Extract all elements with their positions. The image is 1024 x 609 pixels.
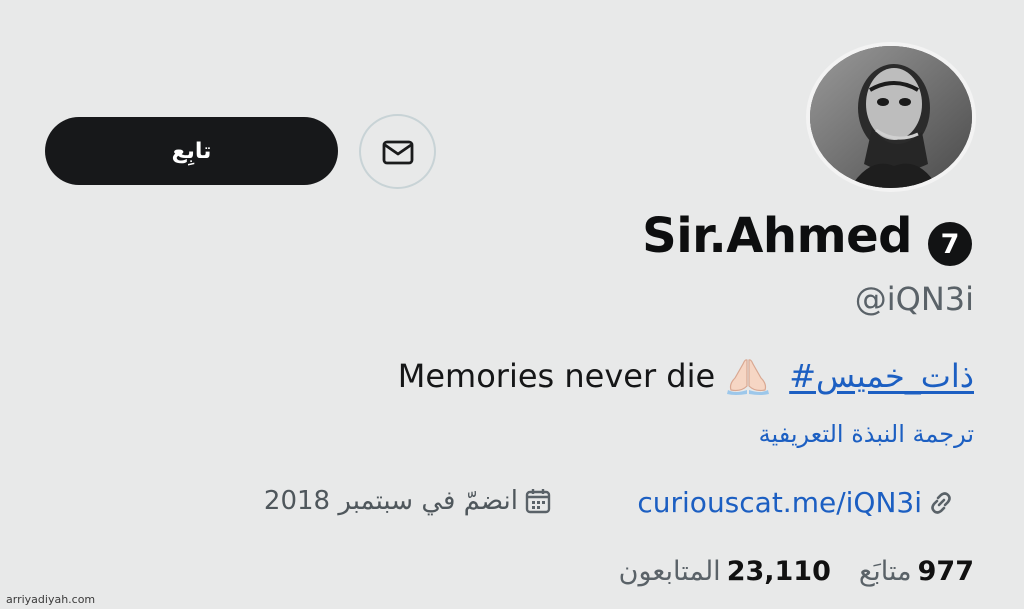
follow-button[interactable]: تابِع xyxy=(45,117,338,185)
following-count[interactable]: 977 xyxy=(918,556,974,587)
user-handle: @iQN3i xyxy=(854,280,974,318)
watermark: arriyadiyah.com xyxy=(6,593,96,606)
followers-label[interactable]: المتابعون xyxy=(619,556,721,587)
website-row: curiouscat.me/iQN3i xyxy=(637,486,956,519)
avatar-portrait-image xyxy=(810,46,972,188)
badge-icon: 7 xyxy=(928,222,972,266)
display-name: Sir.Ahmed xyxy=(642,208,912,264)
followers-count[interactable]: 23,110 xyxy=(727,556,831,587)
following-label[interactable]: متابَع xyxy=(859,556,912,587)
joined-date-row: انضمّ في سبتمبر 2018 xyxy=(264,486,552,516)
bio-hashtag-link[interactable]: #ذات_خميس xyxy=(789,357,974,395)
badge-number: 7 xyxy=(940,228,960,260)
joined-date: انضمّ في سبتمبر 2018 xyxy=(263,486,518,516)
stats-row: المتابعون 23,110 متابَع 977 xyxy=(613,556,974,587)
envelope-icon xyxy=(382,140,413,164)
website-link[interactable]: curiouscat.me/iQN3i xyxy=(637,486,922,519)
bio: Memories never die #ذات_خميس xyxy=(398,356,974,396)
follow-button-label: تابِع xyxy=(171,138,212,164)
calendar-icon xyxy=(525,489,551,514)
bio-text: Memories never die xyxy=(397,357,716,395)
profile-page: تابِع Sir.Ahmed 7 @iQN3i Memories never … xyxy=(0,0,1024,609)
avatar[interactable] xyxy=(806,42,976,192)
translate-bio-link[interactable]: ترجمة النبذة التعريفية xyxy=(759,420,974,448)
folded-hands-emoji-icon xyxy=(727,359,770,395)
link-icon xyxy=(931,491,951,514)
message-button[interactable] xyxy=(359,114,436,189)
